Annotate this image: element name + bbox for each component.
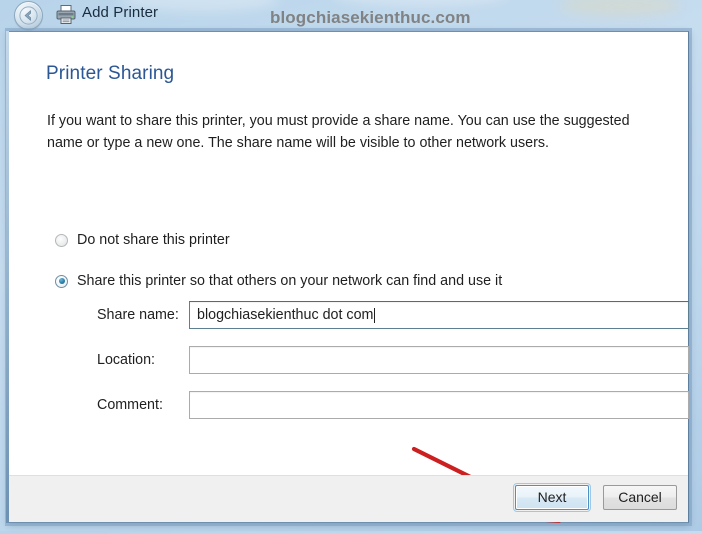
printer-icon [55, 4, 77, 25]
radio-indicator-off[interactable] [55, 233, 68, 247]
window-title: Add Printer [82, 4, 159, 21]
radio-label-share-printer: Share this printer so that others on you… [77, 273, 503, 289]
dialog-content: Printer Sharing If you want to share thi… [9, 32, 689, 523]
comment-input[interactable] [189, 391, 689, 419]
back-arrow-circle-icon[interactable] [14, 1, 43, 30]
next-button[interactable]: Next [513, 483, 591, 512]
share-name-label: Share name: [97, 307, 179, 323]
location-label: Location: [97, 352, 156, 368]
share-name-value: blogchiasekienthuc dot com [197, 307, 374, 323]
desktop-background: Add Printer blogchiasekienthuc.com [0, 0, 702, 31]
add-printer-dialog: Printer Sharing If you want to share thi… [6, 31, 689, 523]
background-cloud [560, 0, 680, 16]
background-cloud [330, 0, 510, 6]
location-row: Location: [97, 346, 689, 374]
share-name-row: Share name: blogchiasekienthuc dot com [97, 301, 689, 329]
radio-indicator-on[interactable] [55, 274, 68, 288]
radio-share-printer[interactable]: Share this printer so that others on you… [55, 273, 502, 289]
radio-do-not-share[interactable]: Do not share this printer [55, 232, 230, 248]
comment-row: Comment: [97, 391, 689, 419]
comment-label: Comment: [97, 397, 163, 413]
cancel-button[interactable]: Cancel [603, 485, 677, 510]
page-title: Printer Sharing [46, 63, 175, 84]
dialog-footer: Next Cancel [9, 475, 688, 522]
watermark-text: blogchiasekienthuc.com [270, 8, 471, 27]
radio-label-do-not-share: Do not share this printer [77, 232, 230, 248]
location-input[interactable] [189, 346, 689, 374]
text-cursor [374, 307, 376, 323]
share-name-input[interactable]: blogchiasekienthuc dot com [189, 301, 689, 329]
intro-paragraph: If you want to share this printer, you m… [47, 113, 630, 151]
